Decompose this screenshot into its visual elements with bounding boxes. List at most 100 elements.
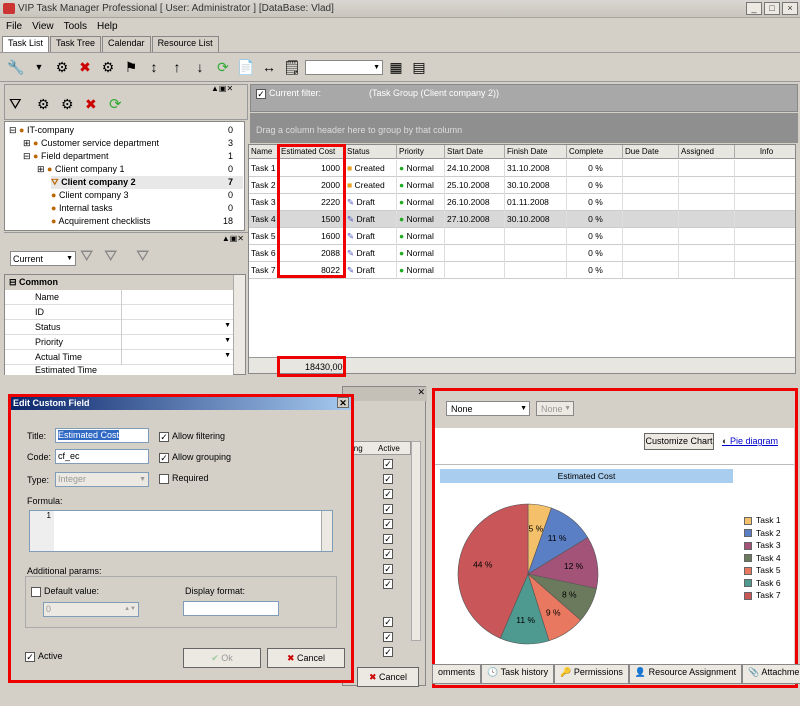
refresh-icon[interactable]: ⟳ bbox=[213, 57, 233, 77]
minimize-button[interactable]: _ bbox=[746, 2, 762, 15]
cancel-button[interactable]: ✖ Cancel bbox=[267, 648, 345, 668]
chart-combo-1[interactable]: None ▼ bbox=[446, 401, 530, 416]
active-checkbox[interactable]: ✓ bbox=[383, 534, 393, 544]
prop-row[interactable]: Priority ▼ bbox=[5, 335, 233, 350]
columns-icon[interactable]: ▦ bbox=[386, 57, 406, 77]
col-header-start-date[interactable]: Start Date bbox=[445, 145, 505, 159]
view-combo[interactable]: ▼ bbox=[305, 59, 383, 75]
tree-node[interactable]: ● Client company 30 bbox=[51, 189, 243, 202]
type-select[interactable]: Integer ▼ bbox=[55, 472, 149, 487]
filter-combo[interactable]: Current ▼ bbox=[10, 251, 76, 266]
prop-row[interactable]: Status ▼ bbox=[5, 320, 233, 335]
task-options-icon[interactable]: ⚙ bbox=[98, 57, 118, 77]
display-format-field[interactable] bbox=[183, 601, 279, 616]
table-row[interactable]: Task 3 2220 ✎ Draft ● Normal 26.10.2008 01.11… bbox=[249, 194, 795, 211]
title-field[interactable]: Estimated Cost bbox=[55, 428, 149, 443]
tree-node[interactable]: ⊞ ● Customer service department 3 bbox=[23, 137, 243, 150]
add-group-icon[interactable]: ⚙ bbox=[37, 96, 50, 113]
default-value-spinner[interactable]: 0 ▲▼ bbox=[43, 602, 139, 617]
menu-view[interactable]: View bbox=[32, 21, 54, 32]
active-checkbox[interactable]: ✓ bbox=[383, 564, 393, 574]
active-checkbox[interactable]: ✓ bbox=[383, 647, 393, 657]
prop-row[interactable]: ID bbox=[5, 305, 233, 320]
chart-combo-2[interactable]: None ▼ bbox=[536, 401, 574, 416]
move-down-icon[interactable]: ↓ bbox=[190, 57, 210, 77]
prop-row[interactable]: Actual Time ▼ bbox=[5, 350, 233, 365]
props-scrollbar[interactable] bbox=[233, 275, 245, 374]
filter-icon[interactable]: ⛛ bbox=[9, 96, 22, 113]
group-panel[interactable]: Drag a column header here to group by th… bbox=[250, 113, 798, 143]
default-value-checkbox[interactable] bbox=[31, 587, 41, 597]
delete-task-icon[interactable]: ✖ bbox=[75, 57, 95, 77]
tab-resource-assignment[interactable]: 👤 Resource Assignment bbox=[628, 664, 743, 684]
refresh-tree-icon[interactable]: ⟳ bbox=[109, 95, 122, 113]
table-row[interactable]: Task 5 1600 ✎ Draft ● Normal 0 % bbox=[249, 228, 795, 245]
ok-button[interactable]: ✔ Ok bbox=[183, 648, 261, 668]
menu-help[interactable]: Help bbox=[97, 21, 118, 32]
col-header-complete[interactable]: Complete bbox=[567, 145, 623, 159]
scrollbar[interactable] bbox=[411, 441, 421, 641]
pie-diagram-link[interactable]: ◐ Pie diagram bbox=[722, 436, 778, 446]
tab-task-history[interactable]: 🕓 Task history bbox=[481, 664, 555, 684]
tab-task-list[interactable]: Task List bbox=[2, 36, 50, 52]
table-row[interactable]: Task 1 1000 ■ Created ● Normal 24.10.2008 31.… bbox=[249, 160, 795, 177]
allow-grouping-checkbox[interactable]: ✓ bbox=[159, 453, 169, 463]
dialog-close-icon[interactable]: ✕ bbox=[337, 397, 349, 408]
active-checkbox[interactable]: ✓ bbox=[383, 474, 393, 484]
prop-row[interactable]: Estimated Time bbox=[5, 365, 233, 375]
task-flag-icon[interactable]: ⚑ bbox=[121, 57, 141, 77]
allow-filtering-checkbox[interactable]: ✓ bbox=[159, 432, 169, 442]
prop-row[interactable]: Name bbox=[5, 290, 233, 305]
col-header-info[interactable]: Info bbox=[735, 145, 795, 159]
active-checkbox[interactable]: ✓ bbox=[383, 549, 393, 559]
active-checkbox[interactable]: ✓ bbox=[383, 519, 393, 529]
col-header-finish-date[interactable]: Finish Date bbox=[505, 145, 567, 159]
filter-apply-icon[interactable]: ⛛ bbox=[80, 248, 93, 266]
table-row[interactable]: Task 4 1500 ✎ Draft ● Normal 27.10.2008 30.10… bbox=[249, 211, 795, 228]
props-section-header[interactable]: ⊟ Common bbox=[5, 275, 233, 289]
active-checkbox[interactable]: ✓ bbox=[383, 504, 393, 514]
fit-width-icon[interactable]: ↔ bbox=[259, 57, 279, 77]
pin-icon[interactable]: ▲▣✕ bbox=[211, 84, 233, 93]
move-updown-icon[interactable]: ↕ bbox=[144, 57, 164, 77]
dropdown-arrow-icon[interactable]: ▼ bbox=[224, 322, 231, 329]
dropdown-arrow-icon[interactable]: ▼ bbox=[224, 352, 231, 359]
col-header-status[interactable]: Status bbox=[345, 145, 397, 159]
tree-node[interactable]: ● Acquirement checklists 18 bbox=[51, 215, 243, 228]
active-checkbox[interactable]: ✓ bbox=[383, 632, 393, 642]
menu-file[interactable]: File bbox=[6, 21, 22, 32]
tree-node[interactable]: ⊞ ● Client company 10 bbox=[37, 163, 243, 176]
customize-chart-button[interactable]: Customize Chart bbox=[644, 433, 714, 450]
filter-checkbox[interactable]: ✓ bbox=[256, 89, 266, 99]
tree-node[interactable]: ⊟ ● IT-company 0 bbox=[9, 124, 243, 137]
tab-task-tree[interactable]: Task Tree bbox=[50, 36, 102, 52]
active-checkbox[interactable]: ✓ bbox=[25, 652, 35, 662]
col-header-priority[interactable]: Priority bbox=[397, 145, 445, 159]
required-checkbox[interactable] bbox=[159, 474, 169, 484]
col-header-assigned[interactable]: Assigned bbox=[679, 145, 735, 159]
tab-calendar[interactable]: Calendar bbox=[102, 36, 151, 52]
move-up-icon[interactable]: ↑ bbox=[167, 57, 187, 77]
active-checkbox[interactable]: ✓ bbox=[383, 617, 393, 627]
edit-task-icon[interactable]: ⚙ bbox=[52, 57, 72, 77]
edit-group-icon[interactable]: ⚙ bbox=[61, 96, 74, 113]
dropdown-arrow-icon[interactable]: ▼ bbox=[224, 337, 231, 344]
dropdown-arrow-icon[interactable]: ▼ bbox=[29, 57, 49, 77]
new-task-icon[interactable]: 🔧 bbox=[6, 57, 26, 77]
table-row[interactable]: Task 6 2088 ✎ Draft ● Normal 0 % bbox=[249, 245, 795, 262]
menu-tools[interactable]: Tools bbox=[64, 21, 87, 32]
tree-node-selected[interactable]: ⛛ Client company 27 bbox=[51, 176, 243, 189]
active-checkbox[interactable]: ✓ bbox=[383, 579, 393, 589]
export-icon[interactable]: 📄 bbox=[236, 57, 256, 77]
formula-scrollbar[interactable] bbox=[321, 511, 332, 551]
active-checkbox[interactable]: ✓ bbox=[383, 489, 393, 499]
active-checkbox[interactable]: ✓ bbox=[383, 459, 393, 469]
bg-cancel-button[interactable]: ✖ Cancel bbox=[357, 667, 419, 687]
close-button[interactable]: × bbox=[782, 2, 798, 15]
table-row[interactable]: Task 7 8022 ✎ Draft ● Normal 0 % bbox=[249, 262, 795, 279]
maximize-button[interactable]: □ bbox=[764, 2, 780, 15]
close-icon[interactable]: ✕ bbox=[417, 387, 425, 398]
tab-attachments[interactable]: 📎 Attachments bbox=[742, 664, 800, 684]
filter-edit-icon[interactable]: ⛛ bbox=[104, 248, 117, 266]
table-row[interactable]: Task 2 2000 ■ Created ● Normal 25.10.2008 30.… bbox=[249, 177, 795, 194]
